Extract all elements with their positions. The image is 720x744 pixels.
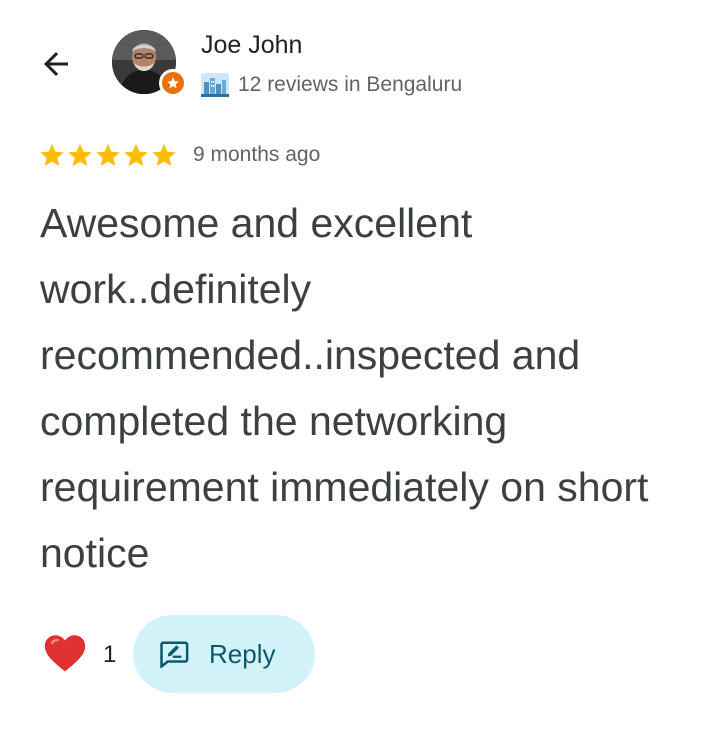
like-button[interactable] [43,632,87,674]
arrow-left-icon [44,52,68,76]
review-time: 9 months ago [193,143,321,166]
like-count: 1 [103,641,117,668]
reviews-count-text: 12 reviews in Bengaluru [238,73,463,96]
reviewer-summary: 12 reviews in Bengaluru [201,72,462,98]
local-guide-star-icon [167,77,179,89]
star-icon [124,143,148,166]
review-text: Awesome and excellent work..definitely r… [40,200,649,576]
star-icon [152,143,176,166]
star-icon [96,143,120,166]
reviewer-avatar[interactable] [112,30,187,102]
reply-button[interactable]: Reply [133,615,315,693]
back-button[interactable] [32,40,80,88]
cityscape-icon [201,73,229,97]
star-rating [38,141,178,169]
star-icon [68,143,92,166]
reply-label: Reply [209,639,276,669]
heart-icon [44,635,86,672]
reviewer-name[interactable]: Joe John [201,30,302,60]
reply-icon [160,641,189,668]
star-icon [40,143,64,166]
local-guide-badge [159,69,187,97]
